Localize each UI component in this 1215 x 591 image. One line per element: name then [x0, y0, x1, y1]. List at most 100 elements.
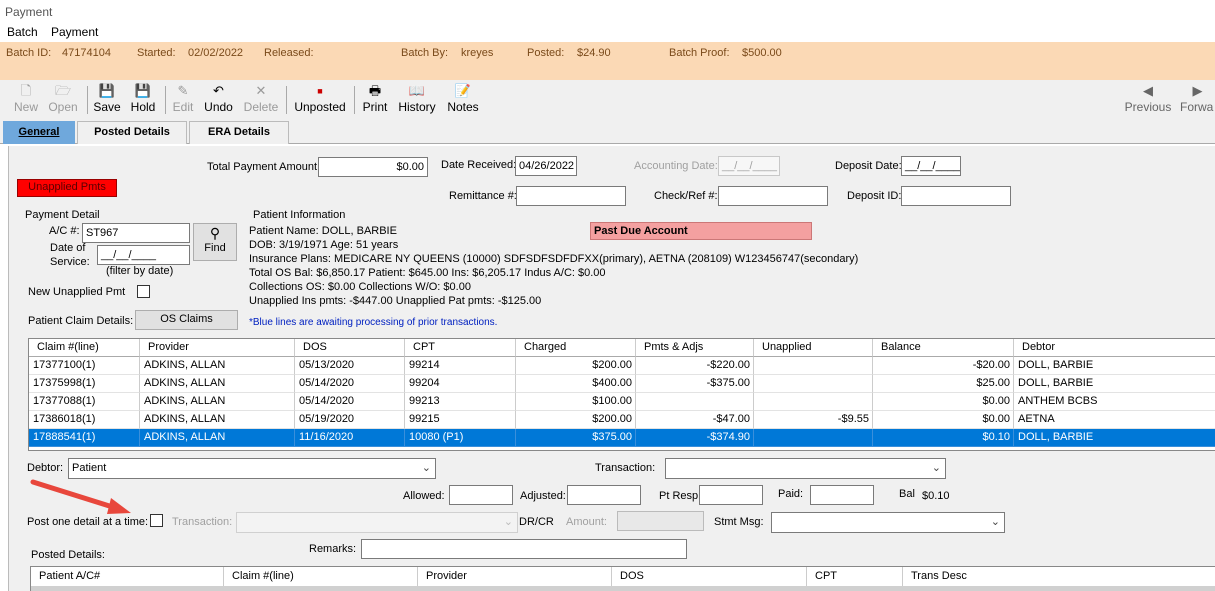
cell-claim: 17888541(1): [29, 429, 140, 447]
tab-general[interactable]: General: [3, 121, 75, 144]
stmt-msg-select[interactable]: ⌄: [771, 512, 1005, 533]
cell-charged: $100.00: [516, 393, 636, 411]
posted-column-header-provider[interactable]: Provider: [418, 567, 612, 586]
pt-resp-input[interactable]: [699, 485, 763, 505]
post-one-detail-checkbox[interactable]: [150, 514, 163, 527]
chevron-down-icon: ⌄: [990, 516, 1000, 528]
adjusted-label: Adjusted:: [520, 490, 566, 502]
cell-dos: 05/13/2020: [295, 357, 405, 375]
cell-claim: 17375998(1): [29, 375, 140, 393]
cell-charged: $375.00: [516, 429, 636, 447]
batch-proof-value: $500.00: [742, 47, 782, 59]
cell-debtor: AETNA: [1014, 411, 1215, 429]
cell-provider: ADKINS, ALLAN: [140, 411, 295, 429]
column-header-balance[interactable]: Balance: [873, 339, 1014, 357]
check-ref-input[interactable]: [718, 186, 828, 206]
delete-button[interactable]: ✕ Delete: [242, 83, 280, 117]
tab-era-details[interactable]: ERA Details: [189, 121, 289, 144]
new-unapplied-pmt-checkbox[interactable]: [137, 285, 150, 298]
open-button[interactable]: 🗁 Open: [46, 83, 80, 117]
claims-grid[interactable]: Claim #(line) Provider DOS CPT Charged P…: [28, 338, 1215, 451]
print-button[interactable]: 🖶 Print: [360, 83, 390, 117]
cell-dos: 05/19/2020: [295, 411, 405, 429]
find-button[interactable]: ⚲ Find: [193, 223, 237, 261]
new-button[interactable]: 🗋 New: [10, 83, 42, 117]
column-header-charged[interactable]: Charged: [516, 339, 636, 357]
column-header-cpt[interactable]: CPT: [405, 339, 516, 357]
column-header-debtor[interactable]: Debtor: [1014, 339, 1215, 357]
paid-input[interactable]: [810, 485, 874, 505]
binoculars-icon: ⚲: [209, 225, 221, 241]
posted-column-header-claim[interactable]: Claim #(line): [224, 567, 418, 586]
cell-provider: ADKINS, ALLAN: [140, 429, 295, 447]
cell-debtor: ANTHEM BCBS: [1014, 393, 1215, 411]
deposit-date-label: Deposit Date:: [835, 160, 902, 172]
transaction2-label: Transaction:: [172, 516, 233, 528]
cell-debtor: DOLL, BARBIE: [1014, 375, 1215, 393]
allowed-input[interactable]: [449, 485, 513, 505]
adjusted-input[interactable]: [567, 485, 641, 505]
chevron-down-icon: ⌄: [931, 462, 941, 474]
cell-pmts-adjs: -$375.00: [636, 375, 754, 393]
undo-button[interactable]: ↶ Undo: [202, 83, 235, 117]
notes-button[interactable]: 📝 Notes: [445, 83, 481, 117]
cell-provider: ADKINS, ALLAN: [140, 393, 295, 411]
accounting-date-input[interactable]: __/__/____: [718, 156, 780, 176]
column-header-pmts-adjs[interactable]: Pmts & Adjs: [636, 339, 754, 357]
cell-pmts-adjs: -$374.90: [636, 429, 754, 447]
unapplied-pmts-button[interactable]: Unapplied Pmts: [17, 179, 117, 197]
edit-button[interactable]: ✎ Edit: [170, 83, 196, 117]
cell-cpt: 99213: [405, 393, 516, 411]
cell-cpt: 99215: [405, 411, 516, 429]
save-button[interactable]: 💾 Save: [92, 83, 122, 117]
bal-value: $0.10: [922, 490, 950, 502]
posted-column-header-dos[interactable]: DOS: [612, 567, 807, 586]
cell-unapplied: [754, 357, 873, 375]
os-claims-button[interactable]: OS Claims: [135, 310, 238, 330]
cell-pmts-adjs: [636, 393, 754, 411]
patient-info-title: Patient Information: [253, 209, 346, 221]
posted-details-grid[interactable]: Patient A/C# Claim #(line) Provider DOS …: [30, 566, 1215, 591]
remarks-input[interactable]: [361, 539, 687, 559]
tab-posted-details[interactable]: Posted Details: [77, 121, 187, 144]
annotation-arrow: [30, 479, 131, 514]
tab-bar: General Posted Details ERA Details: [0, 118, 1215, 144]
remarks-label: Remarks:: [309, 543, 357, 555]
column-header-unapplied[interactable]: Unapplied: [754, 339, 873, 357]
cell-claim: 17377100(1): [29, 357, 140, 375]
posted-column-header-trans-desc[interactable]: Trans Desc: [903, 567, 1215, 586]
ac-input[interactable]: ST967: [82, 223, 190, 243]
menu-batch[interactable]: Batch: [7, 25, 38, 39]
cell-provider: ADKINS, ALLAN: [140, 375, 295, 393]
dos-input[interactable]: __/__/____: [97, 245, 190, 265]
batch-by-value: kreyes: [461, 47, 494, 59]
date-received-input[interactable]: 04/26/2022: [515, 156, 577, 176]
transaction2-select[interactable]: ⌄: [236, 512, 518, 533]
accounting-date-label: Accounting Date:: [634, 160, 718, 172]
cell-claim: 17386018(1): [29, 411, 140, 429]
deposit-date-input[interactable]: __/__/____: [901, 156, 961, 176]
forward-button[interactable]: ▶ Forwa: [1180, 83, 1215, 117]
toolbar-separator: [165, 86, 166, 114]
hold-button[interactable]: 💾 Hold: [127, 83, 159, 117]
unposted-button[interactable]: ■ Unposted: [292, 83, 348, 117]
unposted-red-icon: ■: [317, 86, 323, 96]
posted-column-header-cpt[interactable]: CPT: [807, 567, 903, 586]
transaction-select[interactable]: ⌄: [665, 458, 946, 479]
history-button[interactable]: 📖 History: [395, 83, 439, 117]
column-header-dos[interactable]: DOS: [295, 339, 405, 357]
floppy-disk-hold-icon: 💾: [134, 83, 152, 98]
total-payment-input[interactable]: $0.00: [318, 157, 428, 177]
column-header-provider[interactable]: Provider: [140, 339, 295, 357]
deposit-id-input[interactable]: [901, 186, 1011, 206]
past-due-account-badge: Past Due Account: [590, 222, 812, 240]
column-header-claim[interactable]: Claim #(line): [29, 339, 140, 357]
previous-button[interactable]: ◀ Previous: [1124, 83, 1172, 117]
posted-column-header-patient-ac[interactable]: Patient A/C#: [31, 567, 224, 586]
bal-label: Bal: [899, 488, 915, 500]
amount-input[interactable]: [617, 511, 704, 531]
new-document-icon: 🗋: [20, 83, 32, 98]
general-panel: Total Payment Amount: $0.00 Date Receive…: [8, 146, 1215, 591]
menu-payment[interactable]: Payment: [51, 25, 98, 39]
remittance-input[interactable]: [516, 186, 626, 206]
